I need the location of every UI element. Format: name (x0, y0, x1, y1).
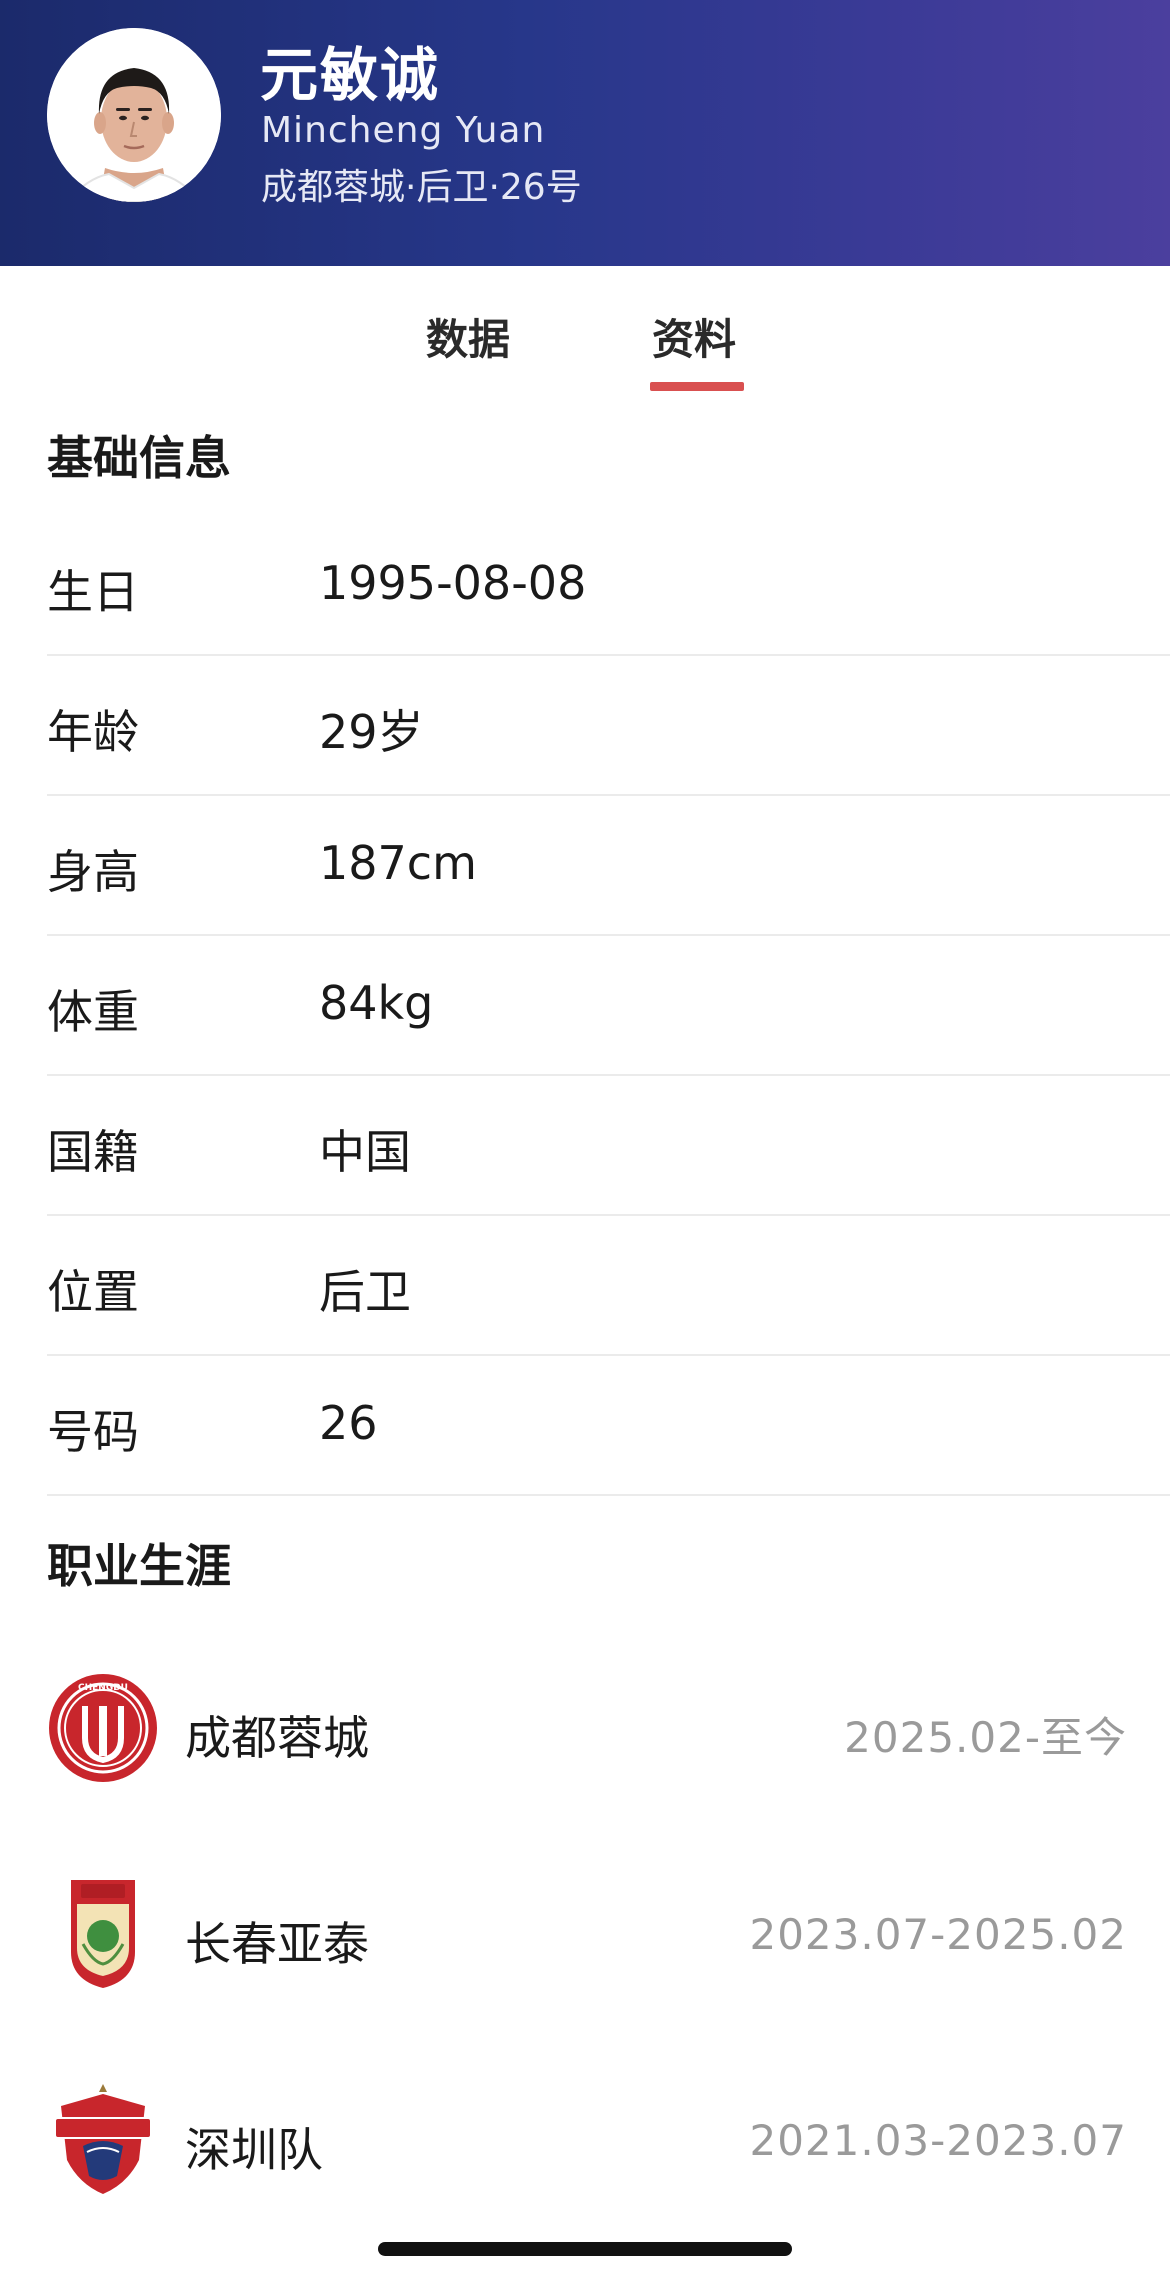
career-item[interactable]: CHENGDU 成都蓉城 2025.02-至今 (47, 1668, 1127, 1788)
info-label: 号码 (47, 1405, 139, 1459)
player-name: 元敏诚 (260, 41, 441, 109)
info-label: 年龄 (47, 705, 139, 759)
row-divider (47, 1494, 1170, 1496)
career-club-name: 长春亚泰 (185, 1917, 369, 1971)
player-english-name: Mincheng Yuan (261, 110, 546, 151)
info-value: 1995-08-08 (319, 556, 587, 610)
player-header: 元敏诚 Mincheng Yuan 成都蓉城·后卫·26号 (0, 0, 1170, 266)
chengdu-rongcheng-logo-icon: CHENGDU (47, 1668, 159, 1788)
career-club-name: 成都蓉城 (185, 1711, 369, 1765)
info-label: 身高 (47, 845, 139, 899)
info-value: 84kg (319, 976, 434, 1030)
career-period: 2021.03-2023.07 (749, 2116, 1127, 2165)
career-period: 2025.02-至今 (844, 1713, 1127, 1762)
info-value: 26 (319, 1396, 378, 1450)
info-row-nationality: 国籍 中国 (47, 1076, 1170, 1216)
info-value: 中国 (319, 1125, 411, 1179)
info-row-birthday: 生日 1995-08-08 (47, 516, 1170, 656)
career-period: 2023.07-2025.02 (749, 1910, 1127, 1959)
svg-text:CHENGDU: CHENGDU (78, 1683, 128, 1693)
info-value: 后卫 (319, 1265, 411, 1319)
info-row-age: 年龄 29岁 (47, 656, 1170, 796)
info-label: 位置 (47, 1265, 139, 1319)
changchun-yatai-logo-icon (47, 1874, 159, 1994)
profile-tabs: 数据 资料 (0, 266, 1170, 396)
player-team-position: 成都蓉城·后卫·26号 (261, 167, 582, 208)
info-value: 29岁 (319, 705, 424, 759)
shenzhen-fc-logo-icon (47, 2080, 159, 2200)
info-row-height: 身高 187cm (47, 796, 1170, 936)
tab-data[interactable]: 数据 (426, 306, 510, 367)
info-label: 体重 (47, 985, 139, 1039)
info-value: 187cm (319, 836, 477, 890)
basic-info-title: 基础信息 (47, 431, 231, 485)
info-label: 生日 (47, 565, 139, 619)
info-label: 国籍 (47, 1125, 139, 1179)
home-indicator[interactable] (378, 2242, 792, 2256)
info-row-position: 位置 后卫 (47, 1216, 1170, 1356)
info-row-number: 号码 26 (47, 1356, 1170, 1496)
career-item[interactable]: 长春亚泰 2023.07-2025.02 (47, 1874, 1127, 1994)
active-tab-indicator (650, 382, 744, 391)
career-club-name: 深圳队 (185, 2123, 323, 2177)
player-avatar (47, 28, 221, 202)
info-row-weight: 体重 84kg (47, 936, 1170, 1076)
career-title: 职业生涯 (47, 1539, 231, 1593)
tab-profile[interactable]: 资料 (652, 306, 736, 367)
career-item[interactable]: 深圳队 2021.03-2023.07 (47, 2080, 1127, 2200)
